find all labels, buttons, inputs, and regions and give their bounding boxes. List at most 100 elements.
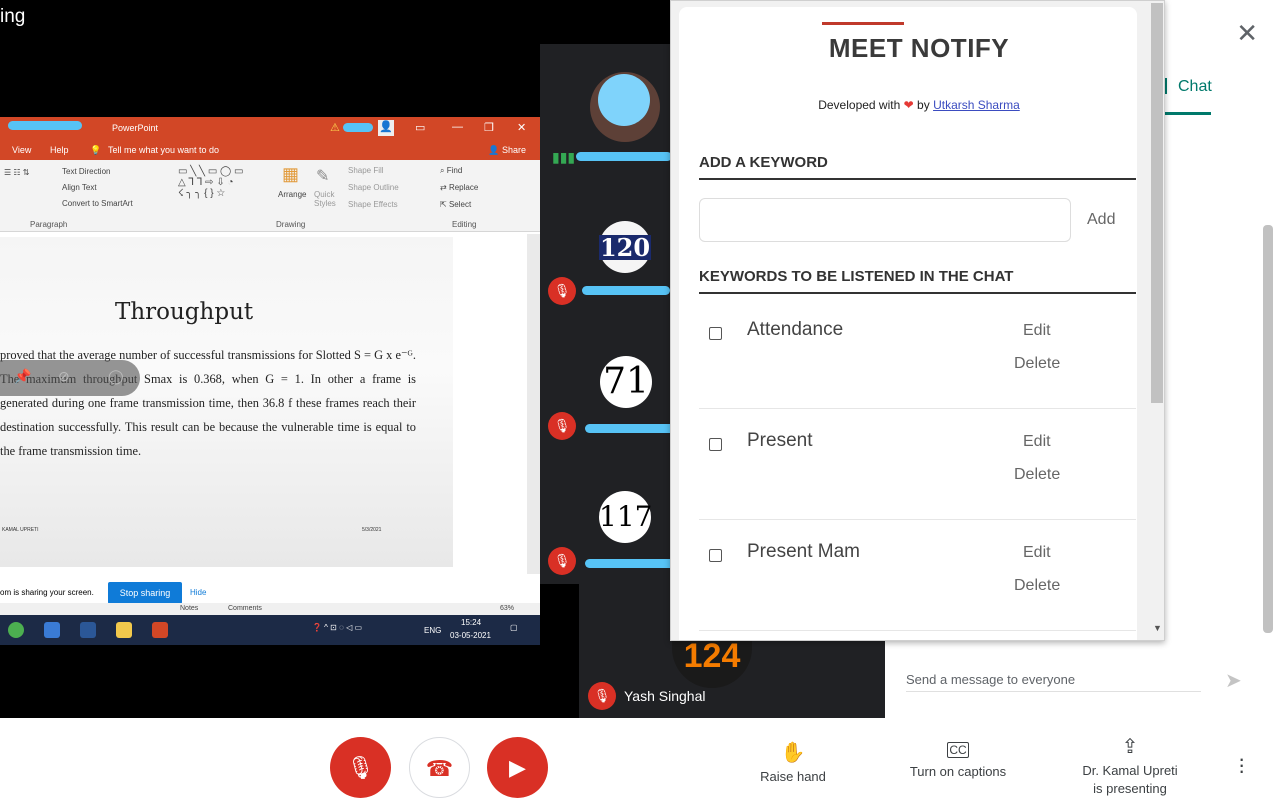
captions-button[interactable]: CC Turn on captions	[898, 742, 1018, 779]
tell-me-search[interactable]: Tell me what you want to do	[108, 145, 219, 155]
clock-time: 15:24	[461, 618, 482, 627]
list-icons[interactable]: ☰ ☷ ⇅	[4, 168, 30, 177]
restore-icon[interactable]: ❐	[484, 121, 494, 134]
menu-help[interactable]: Help	[50, 145, 69, 155]
menu-view[interactable]: View	[12, 145, 31, 155]
tray-icons[interactable]: ❓ ^ ⊡ ◌ ◁ ▭	[312, 623, 362, 632]
developer-link[interactable]: Utkarsh Sharma	[933, 98, 1020, 112]
shape-effects[interactable]: Shape Effects	[348, 200, 398, 209]
chat-scrollbar[interactable]	[1263, 225, 1273, 633]
redaction-scribble	[343, 123, 373, 132]
mute-icon[interactable]: ⊘	[58, 368, 70, 385]
send-icon[interactable]: ➤	[1225, 668, 1242, 693]
hide-button[interactable]: Hide	[190, 588, 206, 597]
comments-button[interactable]: Comments	[228, 605, 262, 612]
powerpoint-menu: View Help 💡 Tell me what you want to do …	[0, 140, 540, 160]
redaction-scribble	[8, 121, 82, 130]
tab-chat[interactable]: Chat	[1178, 78, 1212, 96]
chat-message-input[interactable]: Send a message to everyone	[906, 672, 1201, 692]
participant-avatar-3: 71	[600, 356, 652, 408]
more-options-icon[interactable]: · · ·	[1238, 748, 1245, 782]
present-icon: ⇪	[1121, 736, 1139, 758]
raise-hand-button[interactable]: ✋ Raise hand	[752, 740, 834, 784]
participant-avatar-2: 120	[599, 221, 651, 273]
file-explorer-icon[interactable]	[116, 622, 132, 638]
quick-styles-icon[interactable]: ✎	[316, 166, 329, 186]
user-icon[interactable]: 👤	[378, 120, 394, 136]
meeting-controls: 🎙 ☎ ▶ ✋ Raise hand CC Turn on captions ⇪…	[0, 718, 1280, 800]
close-icon[interactable]: ✕	[1236, 18, 1258, 49]
stop-sharing-button[interactable]: Stop sharing	[108, 582, 182, 604]
word-icon[interactable]	[80, 622, 96, 638]
popup-scrollbar-thumb[interactable]	[1151, 3, 1163, 403]
convert-smartart[interactable]: Convert to SmartArt	[62, 199, 133, 208]
text-direction[interactable]: Text Direction	[62, 167, 110, 176]
lightbulb-icon: 💡	[90, 145, 102, 155]
keyword-label: Present	[747, 430, 813, 451]
redaction-scribble	[582, 286, 670, 295]
keyword-checkbox[interactable]	[709, 438, 722, 451]
share-icon: 👤	[488, 145, 500, 155]
zoom-level[interactable]: 63%	[500, 605, 514, 612]
select-button[interactable]: ⇱ Select	[440, 200, 471, 209]
redaction-scribble	[598, 74, 650, 126]
edit-keyword-button[interactable]: Edit	[1023, 433, 1051, 451]
notification-icon[interactable]: ▢	[510, 623, 518, 632]
keywords-heading: KEYWORDS TO BE LISTENED IN THE CHAT	[699, 268, 1014, 285]
keyword-label: Attendance	[747, 319, 844, 340]
delete-keyword-button[interactable]: Delete	[1014, 355, 1060, 373]
pin-icon[interactable]: 📌	[14, 368, 31, 385]
delete-keyword-button[interactable]: Delete	[1014, 466, 1060, 484]
shared-screen: PowerPoint ⚠ 👤 ▭ — ❐ ✕ View Help 💡 Tell …	[0, 117, 540, 645]
shape-outline[interactable]: Shape Outline	[348, 183, 399, 192]
language-indicator[interactable]: ENG	[424, 626, 441, 635]
mic-off-icon: 🎙	[588, 682, 616, 710]
arrange-button[interactable]: Arrange	[278, 190, 306, 199]
slide: Throughput proved that the average numbe…	[0, 237, 453, 567]
app-icon[interactable]	[44, 622, 60, 638]
delete-keyword-button[interactable]: Delete	[1014, 577, 1060, 595]
ribbon-display-icon[interactable]: ▭	[415, 121, 425, 134]
speaking-indicator-icon: ▮▮▮	[552, 149, 576, 165]
participant-avatar-4: 117	[599, 491, 652, 543]
close-window-icon[interactable]: ✕	[517, 121, 526, 134]
quick-styles-button[interactable]: Quick Styles	[314, 190, 336, 208]
slide-footer-date: 5/3/2021	[362, 527, 382, 533]
arrange-icon[interactable]: ▦	[282, 164, 299, 185]
share-notice: om is sharing your screen.	[0, 588, 94, 597]
shapes-gallery[interactable]: ▭ ╲ ╲ ▭ ◯ ▭ △ ⅂ ⅂ ⇨ ⇩ ◔ ☇ ╮ ╮ { } ☆	[178, 166, 243, 199]
powerpoint-icon[interactable]	[152, 622, 168, 638]
shape-fill[interactable]: Shape Fill	[348, 166, 384, 175]
find-button[interactable]: ⌕ Find	[440, 166, 462, 176]
leave-call-button[interactable]: ☎	[409, 737, 470, 798]
add-keyword-button[interactable]: Add	[1087, 211, 1115, 229]
presenting-button[interactable]: ⇪ Dr. Kamal Upreti is presenting	[1070, 734, 1190, 796]
keyword-input[interactable]	[699, 198, 1071, 242]
keyword-checkbox[interactable]	[709, 549, 722, 562]
share-button[interactable]: Share	[502, 145, 526, 155]
edit-keyword-button[interactable]: Edit	[1023, 544, 1051, 562]
replace-button[interactable]: ⇄ Replace	[440, 183, 478, 192]
scroll-down-arrow-icon[interactable]: ▼	[1153, 623, 1162, 633]
tile-overlay-controls: 📌 ⊘ ◯	[0, 360, 140, 396]
slide-scrollbar[interactable]	[527, 234, 540, 574]
align-text[interactable]: Align Text	[62, 183, 97, 192]
select-label: Select	[448, 200, 472, 209]
avatar-text: 120	[599, 233, 651, 262]
mic-toggle-button[interactable]: 🎙	[330, 737, 391, 798]
keyword-checkbox[interactable]	[709, 327, 722, 340]
camera-toggle-button[interactable]: ▶	[487, 737, 548, 798]
minimize-icon[interactable]: —	[452, 121, 463, 133]
slide-title: Throughput	[115, 299, 254, 325]
developer-credit: Developed with ❤ by Utkarsh Sharma	[679, 98, 1159, 112]
edit-keyword-button[interactable]: Edit	[1023, 322, 1051, 340]
notes-button[interactable]: Notes	[180, 605, 198, 612]
drawing-group: Drawing	[276, 220, 306, 229]
participant-name: Yash Singhal	[624, 688, 706, 704]
captions-label: Turn on captions	[909, 764, 1007, 779]
redaction-scribble	[585, 559, 677, 568]
keyword-row: Present Mam Edit Delete	[699, 519, 1136, 631]
chrome-icon[interactable]	[8, 622, 24, 638]
clock-date: 03-05-2021	[450, 631, 491, 640]
remove-icon[interactable]: ◯	[108, 368, 124, 385]
